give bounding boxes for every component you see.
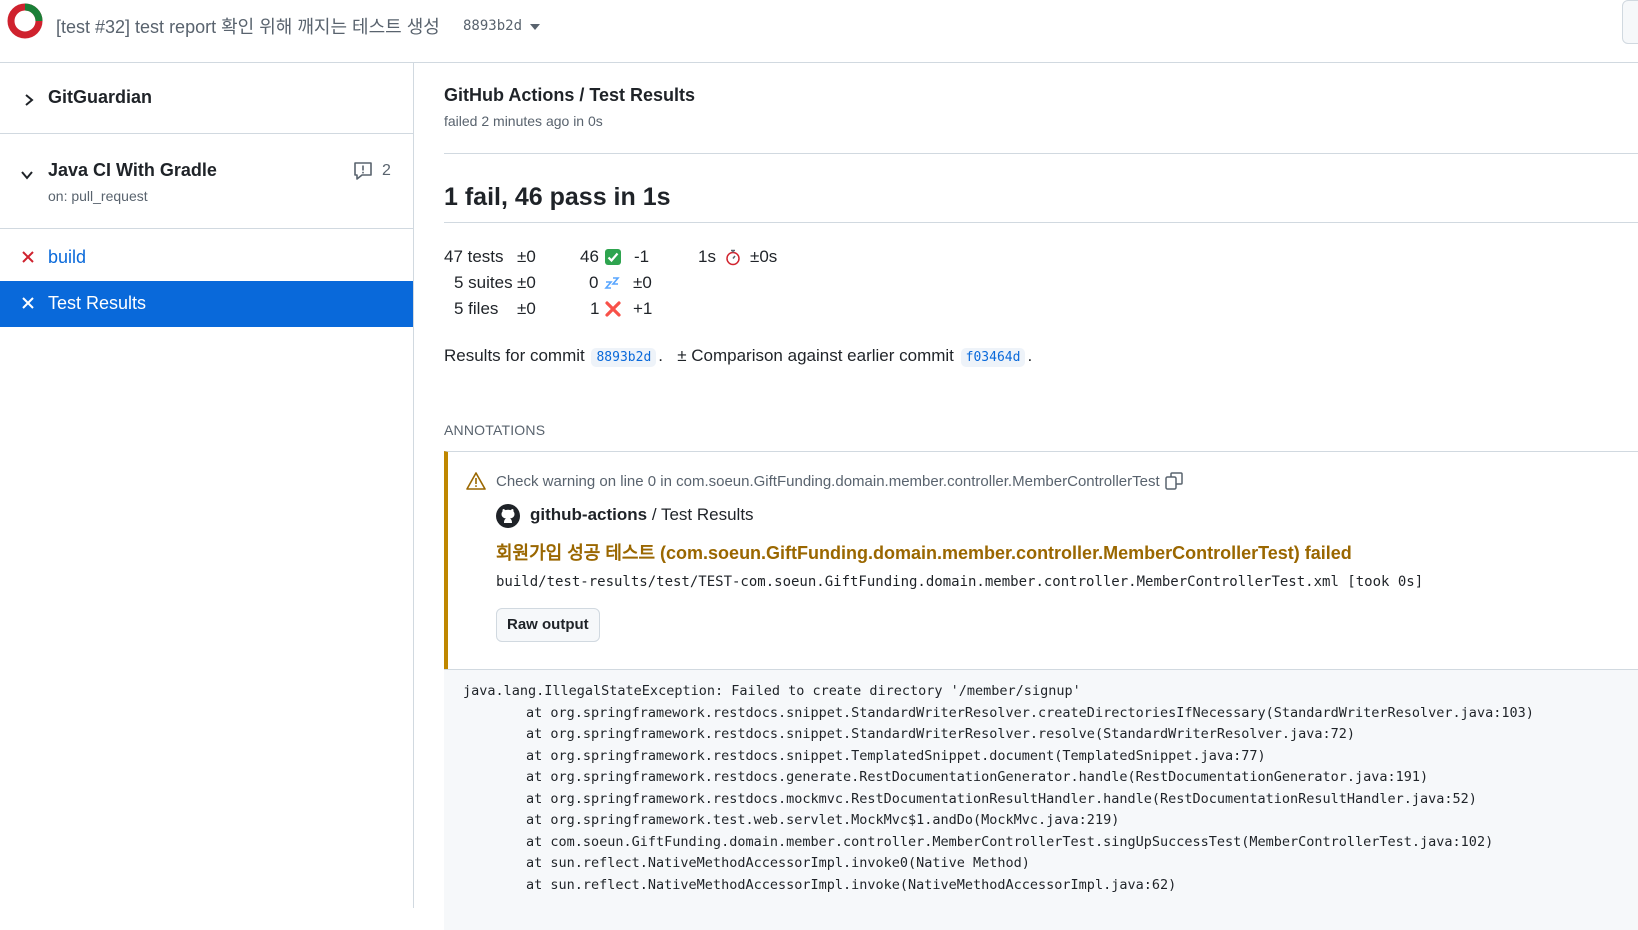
github-logo-icon — [496, 504, 520, 528]
comment-alert-icon — [354, 162, 372, 180]
stat-files-delta: ±0 — [517, 299, 536, 318]
x-fail-icon — [22, 297, 34, 309]
raw-output-trace: java.lang.IllegalStateException: Failed … — [444, 669, 1638, 930]
chevron-down-icon — [21, 171, 33, 180]
chevron-right-icon — [25, 94, 34, 106]
check-status-ring-icon[interactable] — [7, 3, 43, 39]
stat-passed-delta: -1 — [634, 247, 650, 266]
sidebar-job-label: Test Results — [48, 293, 147, 313]
zzz-sleep-icon — [604, 277, 620, 289]
stat-duration: 1s — [698, 247, 716, 266]
check-group-gitguardian[interactable]: GitGuardian — [0, 63, 413, 134]
stat-tests: 47 tests — [444, 247, 504, 266]
header-action-button[interactable] — [1622, 0, 1638, 44]
comparison-text: ± Comparison against earlier commit — [677, 346, 954, 365]
trace-line: at org.springframework.restdocs.mockmvc.… — [526, 790, 1477, 807]
summary-title: 1 fail, 46 pass in 1s — [444, 183, 671, 211]
sidebar-job-label: build — [48, 247, 87, 267]
copy-icon[interactable] — [1164, 471, 1184, 491]
commit-comparison: Results for commit 8893b2d. ± Comparison… — [444, 346, 1033, 367]
divider — [444, 153, 1638, 154]
top-bar: [test #32] test report 확인 위해 깨지는 테스트 생성 … — [0, 0, 1638, 63]
annotation-card: Check warning on line 0 in com.soeun.Gif… — [444, 451, 1638, 670]
check-mark-icon — [605, 249, 621, 265]
trace-line: java.lang.IllegalStateException: Failed … — [463, 683, 1081, 699]
stat-files: 5 files — [454, 299, 499, 318]
commit-prefix: Results for commit — [444, 346, 585, 365]
sidebar-job-build[interactable]: build — [0, 235, 413, 281]
comment-count: 2 — [382, 162, 391, 179]
annotation-source: github-actions / Test Results — [530, 505, 754, 525]
run-status: failed 2 minutes ago in 0s — [444, 113, 603, 129]
earlier-commit-link[interactable]: f03464d — [960, 348, 1026, 367]
trace-line: at sun.reflect.NativeMethodAccessorImpl.… — [526, 855, 1030, 871]
commit-sha[interactable]: 8893b2d — [463, 18, 522, 34]
caret-down-icon[interactable] — [528, 22, 542, 32]
stat-tests-delta: ±0 — [517, 247, 536, 266]
page-title: GitHub Actions / Test Results — [444, 85, 696, 105]
cross-mark-icon — [605, 301, 621, 317]
trace-line: at org.springframework.restdocs.snippet.… — [526, 704, 1534, 721]
trace-line: at org.springframework.test.web.servlet.… — [526, 812, 1120, 828]
commit-link[interactable]: 8893b2d — [591, 348, 657, 367]
sidebar-job-test-results[interactable]: Test Results — [0, 281, 413, 327]
annotation-app: github-actions — [530, 505, 648, 524]
raw-output-button[interactable]: Raw output — [496, 608, 600, 642]
trace-line: at org.springframework.restdocs.snippet.… — [526, 726, 1356, 742]
check-group-java-ci[interactable]: Java CI With Gradle on: pull_request 2 — [0, 134, 413, 229]
stat-failed-delta: +1 — [633, 299, 653, 318]
warning-icon — [466, 472, 486, 490]
stat-passed: 46 — [580, 247, 599, 266]
trace-line: at sun.reflect.NativeMethodAccessorImpl.… — [526, 876, 1177, 893]
check-group-trigger: on: pull_request — [48, 188, 148, 204]
x-fail-icon — [22, 251, 34, 263]
check-group-name: Java CI With Gradle — [48, 160, 217, 180]
divider — [444, 222, 1638, 223]
annotations-heading: ANNOTATIONS — [444, 422, 546, 438]
stopwatch-icon — [726, 249, 740, 266]
annotation-location: Check warning on line 0 in com.soeun.Gif… — [496, 473, 1160, 490]
pr-title: [test #32] test report 확인 위해 깨지는 테스트 생성 — [56, 13, 440, 39]
trace-line: at org.springframework.restdocs.snippet.… — [526, 747, 1266, 764]
checks-sidebar: GitGuardian Java CI With Gradle on: pull… — [0, 63, 414, 908]
annotation-check: / Test Results — [647, 505, 754, 524]
annotation-message: 회원가입 성공 테스트 (com.soeun.GiftFunding.domai… — [496, 543, 1352, 563]
check-group-name: GitGuardian — [48, 87, 153, 107]
trace-line: at com.soeun.GiftFunding.domain.member.c… — [526, 833, 1494, 850]
annotation-file: build/test-results/test/TEST-com.soeun.G… — [496, 574, 1424, 590]
trace-line: at org.springframework.restdocs.generate… — [526, 769, 1429, 785]
pr-title-text: [test #32] test report 확인 위해 깨지는 테스트 생성 — [56, 17, 440, 37]
stat-skipped: 0 — [589, 273, 599, 292]
stat-duration-delta: ±0s — [750, 247, 778, 266]
stat-suites: 5 suites — [454, 273, 513, 292]
stat-failed: 1 — [590, 299, 600, 318]
stat-skipped-delta: ±0 — [633, 273, 652, 292]
stat-suites-delta: ±0 — [517, 273, 536, 292]
